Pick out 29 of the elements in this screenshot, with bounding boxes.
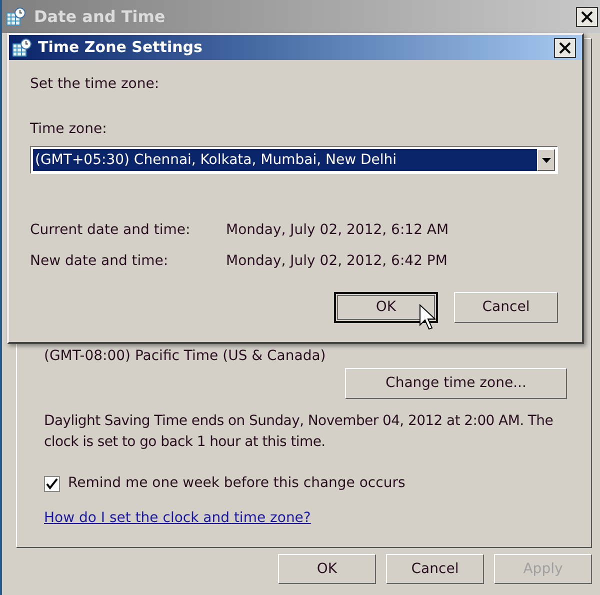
dropdown-arrow-icon [542, 158, 550, 162]
dialog-button[interactable]: Cancel [386, 554, 484, 584]
window-title: Date and Time [34, 6, 166, 28]
date-time-value: Monday, July 02, 2012, 6:12 AM [226, 221, 449, 240]
close-button[interactable] [554, 38, 576, 58]
close-icon [581, 10, 593, 22]
dialog-button[interactable]: OK [334, 292, 438, 323]
reminder-label: Remind me one week before this change occurs [68, 474, 406, 493]
date-time-label: Current date and time: [30, 221, 192, 240]
time-zone-dropdown[interactable]: (GMT+05:30) Chennai, Kolkata, Mumbai, New Delhi [30, 146, 558, 174]
close-button[interactable] [576, 6, 598, 26]
time-zone-label: Time zone: [30, 120, 108, 139]
calendar-clock-icon [12, 38, 32, 58]
date-time-value: Monday, July 02, 2012, 6:42 PM [226, 252, 448, 271]
mouse-cursor-icon [419, 304, 436, 330]
reminder-checkbox[interactable] [44, 476, 60, 492]
date-time-label: New date and time: [30, 252, 170, 271]
calendar-clock-icon [6, 6, 26, 26]
dialog-button[interactable]: Cancel [454, 292, 558, 323]
help-link[interactable]: How do I set the clock and time zone? [44, 508, 311, 529]
dialog-button[interactable]: OK [278, 554, 376, 584]
dst-note: Daylight Saving Time ends on Sunday, November 04, 2012 at 2:00 AM. The clock is set to go back 1 hour at this time. [44, 412, 554, 452]
close-icon [559, 42, 571, 54]
current-time-zone: (GMT-08:00) Pacific Time (US & Canada) [44, 347, 327, 366]
intro-text: Set the time zone: [30, 75, 160, 94]
check-icon [46, 478, 58, 490]
time-zone-value: (GMT+05:30) Chennai, Kolkata, Mumbai, New Delhi [33, 149, 537, 171]
dialog-title: Time Zone Settings [38, 37, 204, 58]
change-time-zone-button[interactable]: Change time zone... [345, 368, 567, 399]
